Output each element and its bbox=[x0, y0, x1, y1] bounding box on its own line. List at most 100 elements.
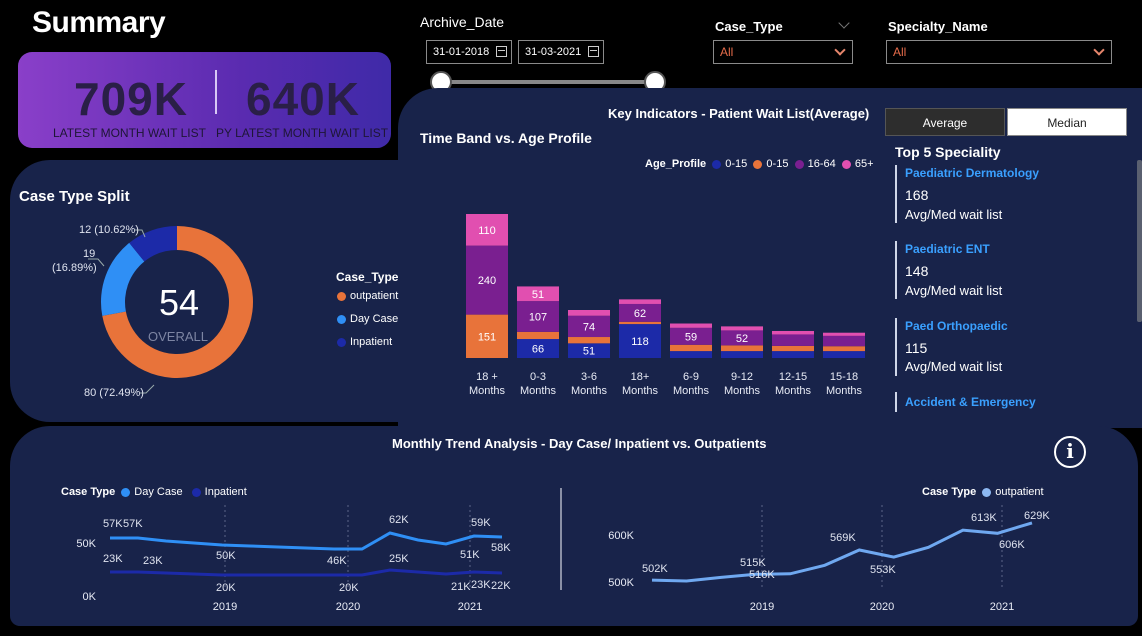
specialty-dropdown[interactable]: All bbox=[886, 40, 1112, 64]
legend-label[interactable]: 0-15 bbox=[725, 158, 747, 170]
left-legend-title: Case Type bbox=[61, 486, 116, 498]
bar-data-label: 66 bbox=[532, 344, 544, 356]
line-data-label: 515K bbox=[740, 557, 766, 569]
line-data-label: 21K bbox=[451, 581, 471, 593]
key-indicators-title: Key Indicators - Patient Wait List(Avera… bbox=[608, 106, 870, 121]
line-series-inpatient[interactable] bbox=[110, 568, 503, 577]
legend-label[interactable]: Day Case bbox=[134, 486, 182, 498]
bar-data-label: 240 bbox=[478, 275, 496, 287]
latest-month-label: LATEST MONTH WAIT LIST bbox=[53, 126, 206, 140]
bar-segment[interactable] bbox=[619, 321, 661, 325]
bar-data-label: 59 bbox=[685, 331, 697, 343]
line-data-label: 502K bbox=[642, 563, 668, 575]
scrollbar[interactable] bbox=[1137, 160, 1142, 322]
bar-segment[interactable] bbox=[721, 345, 763, 352]
bar-segment[interactable] bbox=[670, 351, 712, 358]
bar-segment[interactable] bbox=[619, 299, 661, 304]
line-series-day-case[interactable] bbox=[110, 531, 503, 551]
y-tick-label: 500K bbox=[608, 577, 634, 589]
date-to-input[interactable]: 31-03-2021 bbox=[518, 40, 604, 64]
spec-sub-1: Avg/Med wait list bbox=[905, 207, 1003, 222]
case-split-title: Case Type Split bbox=[19, 188, 130, 205]
x-tick-label: Months bbox=[622, 385, 659, 397]
legend-dot-icon bbox=[712, 159, 722, 169]
bar-segment[interactable] bbox=[823, 351, 865, 358]
date-to-value: 31-03-2021 bbox=[525, 46, 582, 58]
pie-label-inpatient: 12 (10.62%) bbox=[79, 224, 139, 236]
bar-data-label: 118 bbox=[631, 336, 649, 348]
bar-segment[interactable] bbox=[772, 334, 814, 346]
bar-segment[interactable] bbox=[568, 310, 610, 316]
case-split-donut: 12 (10.62%) 19 (16.89%) 80 (72.49%) 54 O… bbox=[52, 224, 254, 399]
case-type-label: Case_Type bbox=[715, 19, 783, 34]
x-tick-label: Months bbox=[571, 385, 608, 397]
bar-segment[interactable] bbox=[721, 326, 763, 331]
bar-segment[interactable] bbox=[823, 335, 865, 347]
date-from-input[interactable]: 31-01-2018 bbox=[426, 40, 512, 64]
median-button[interactable]: Median bbox=[1007, 108, 1127, 136]
calendar-icon[interactable] bbox=[588, 46, 599, 57]
spec-name-3[interactable]: Paed Orthopaedic bbox=[905, 319, 1008, 333]
legend-dot-icon bbox=[841, 159, 851, 169]
spec-divider bbox=[895, 241, 897, 299]
bar-segment[interactable] bbox=[568, 337, 610, 344]
spec-sub-2: Avg/Med wait list bbox=[905, 283, 1003, 298]
bar-data-label: 62 bbox=[634, 308, 646, 320]
legend-label: Inpatient bbox=[350, 336, 393, 348]
legend-dot-icon bbox=[191, 487, 201, 497]
line-data-label: 23K bbox=[471, 579, 491, 591]
legend-label[interactable]: 0-15 bbox=[766, 158, 788, 170]
legend-label[interactable]: Inpatient bbox=[205, 486, 247, 498]
bar-segment[interactable] bbox=[823, 346, 865, 352]
calendar-icon[interactable] bbox=[496, 46, 507, 57]
x-tick-label: 2019 bbox=[213, 601, 237, 613]
legend-dot-icon bbox=[982, 487, 992, 497]
line-data-label: 62K bbox=[389, 514, 409, 526]
legend-label: Day Case bbox=[350, 313, 399, 325]
daycase-inpatient-trend-chart: 50K 0K 2019 2020 2021 57K 57K 50K 46K 62K 51K 59K 58… bbox=[76, 505, 511, 613]
info-icon[interactable]: i bbox=[1054, 436, 1086, 468]
bar-segment[interactable] bbox=[670, 344, 712, 352]
legend-dot-icon bbox=[121, 487, 131, 497]
archive-date-label: Archive_Date bbox=[420, 14, 505, 30]
bar-segment[interactable] bbox=[517, 331, 559, 340]
line-data-label: 613K bbox=[971, 512, 997, 524]
legend-day-case[interactable]: Day Case bbox=[337, 313, 398, 325]
date-range-slider[interactable] bbox=[441, 80, 655, 84]
line-data-label: 20K bbox=[339, 582, 359, 594]
spec-name-1[interactable]: Paediatric Dermatology bbox=[905, 166, 1039, 180]
y-tick-label: 50K bbox=[76, 538, 96, 550]
case-type-dropdown[interactable]: All bbox=[713, 40, 853, 64]
donut-slice-day-case[interactable] bbox=[101, 242, 145, 316]
legend-dot-icon bbox=[794, 159, 804, 169]
legend-label[interactable]: outpatient bbox=[995, 486, 1043, 498]
latest-month-value: 709K bbox=[74, 73, 188, 125]
line-data-label: 23K bbox=[143, 555, 163, 567]
legend-inpatient[interactable]: Inpatient bbox=[337, 336, 392, 348]
line-data-label: 57K bbox=[103, 518, 123, 530]
average-button[interactable]: Average bbox=[885, 108, 1005, 136]
bar-segment[interactable] bbox=[823, 332, 865, 336]
legend-outpatient[interactable]: outpatient bbox=[337, 290, 398, 302]
legend-label[interactable]: 65+ bbox=[855, 158, 874, 170]
top5-title: Top 5 Speciality bbox=[895, 144, 1001, 160]
bar-segment[interactable] bbox=[670, 323, 712, 328]
chevron-down-icon[interactable] bbox=[838, 17, 850, 29]
line-data-label: 25K bbox=[389, 553, 409, 565]
specialty-label: Specialty_Name bbox=[888, 19, 988, 34]
right-trend-legend: Case Type outpatient bbox=[922, 486, 1044, 498]
x-tick-label: Months bbox=[775, 385, 812, 397]
spec-name-4[interactable]: Accident & Emergency bbox=[905, 395, 1036, 409]
legend-label[interactable]: 16-64 bbox=[808, 158, 836, 170]
outpatient-trend-chart: 600K 500K 2019 2020 2021 502K 515K516K 569K 553K… bbox=[608, 505, 1050, 613]
x-tick-label: 2020 bbox=[336, 601, 360, 613]
bar-segment[interactable] bbox=[772, 330, 814, 335]
bar-segment[interactable] bbox=[772, 345, 814, 352]
spec-divider bbox=[895, 318, 897, 376]
y-tick-label: 600K bbox=[608, 530, 634, 542]
bar-segment[interactable] bbox=[721, 351, 763, 358]
chevron-down-icon bbox=[834, 44, 846, 56]
bar-segment[interactable] bbox=[772, 351, 814, 358]
donut-center-value: 54 bbox=[159, 282, 199, 323]
spec-name-2[interactable]: Paediatric ENT bbox=[905, 242, 990, 256]
